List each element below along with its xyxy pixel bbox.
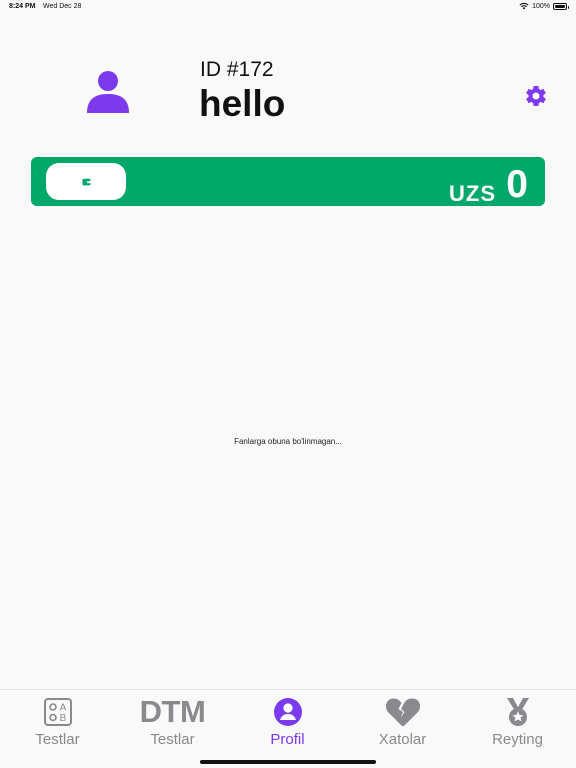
tab-label: Reyting: [492, 731, 543, 748]
broken-heart-icon: [385, 698, 420, 726]
status-indicators: 100%: [519, 2, 569, 10]
balance-card: UZS 0: [31, 157, 545, 206]
test-options-icon: A B: [43, 698, 72, 726]
home-indicator[interactable]: [200, 760, 376, 764]
tab-testlar[interactable]: A B Testlar: [0, 690, 115, 752]
tab-dtm-testlar[interactable]: DTM Testlar: [115, 690, 230, 752]
profile-id: ID #172: [200, 58, 274, 81]
subscriptions-empty-message: Fanlarga obuna bo'linmagan...: [234, 437, 342, 446]
tab-profil[interactable]: Profil: [230, 690, 345, 752]
status-bar: 8:24 PM Wed Dec 28 100%: [0, 0, 576, 14]
profile-icon: [273, 698, 302, 726]
tab-xatolar[interactable]: Xatolar: [345, 690, 460, 752]
wifi-icon: [519, 3, 529, 10]
tab-label: Profil: [270, 731, 305, 748]
user-icon: [87, 71, 129, 113]
balance-amount: 0: [506, 163, 528, 206]
profile-name: hello: [199, 83, 286, 124]
tab-label: Xatolar: [378, 731, 427, 748]
tab-label: Testlar: [35, 731, 80, 748]
medal-icon: [506, 698, 529, 726]
status-time: 8:24 PM: [9, 3, 36, 10]
battery-icon: [553, 2, 569, 10]
tab-reyting[interactable]: Reyting: [460, 690, 575, 752]
balance-currency: UZS: [449, 181, 496, 206]
gear-icon[interactable]: [524, 84, 548, 108]
battery-percent: 100%: [532, 2, 550, 10]
tab-bar: A B Testlar DTM Testlar Profil Xatolar R…: [0, 689, 576, 768]
dtm-logo-icon: DTM: [139, 694, 206, 729]
tab-label: Testlar: [150, 731, 195, 748]
wallet-button[interactable]: [46, 163, 126, 200]
wallet-icon: [82, 178, 90, 185]
status-date: Wed Dec 28: [43, 3, 82, 10]
svg-text:A: A: [59, 703, 66, 714]
svg-text:B: B: [59, 713, 66, 724]
